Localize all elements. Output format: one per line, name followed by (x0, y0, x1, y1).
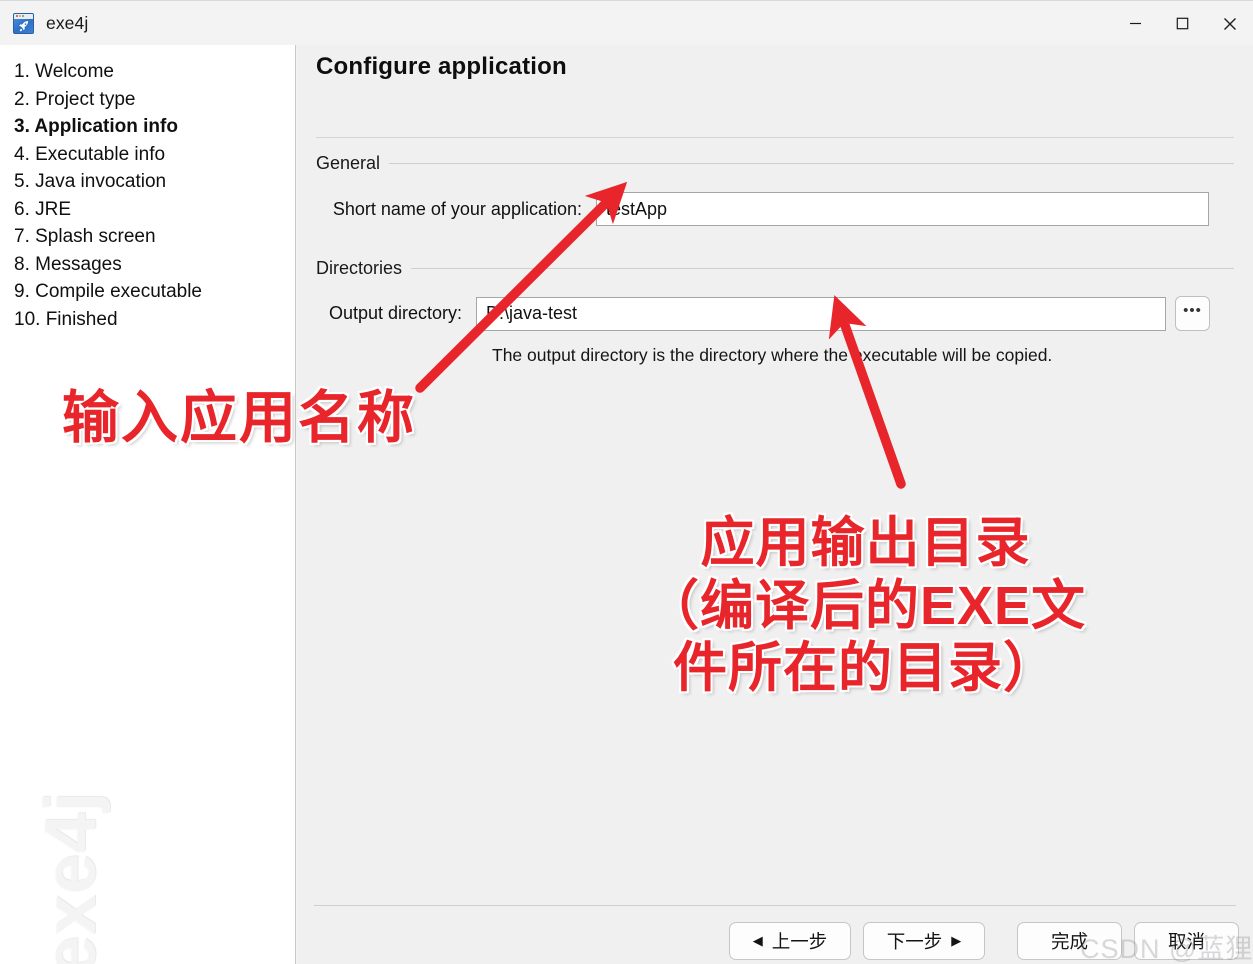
window-body: 1. Welcome 2. Project type 3. Applicatio… (0, 45, 1253, 964)
wizard-footer: ◀ 上一步 下一步 ▶ 完成 取消 (297, 917, 1253, 964)
exe4j-wizard-window: exe4j 1. Welcome 2. Project type 3. Appl… (0, 0, 1253, 964)
cancel-button[interactable]: 取消 (1134, 921, 1239, 960)
wizard-step-list: 1. Welcome 2. Project type 3. Applicatio… (0, 45, 295, 333)
back-button[interactable]: ◀ 上一步 (729, 921, 851, 960)
general-group-header: General (316, 153, 1234, 174)
wizard-content-panel: Configure application General Short name… (297, 45, 1253, 964)
next-button-label: 下一步 (886, 930, 943, 952)
triangle-right-icon: ▶ (951, 933, 962, 948)
sidebar-item-executable-info[interactable]: 4. Executable info (14, 141, 295, 169)
title-bar: exe4j (0, 0, 1253, 45)
cancel-button-label: 取消 (1167, 930, 1205, 952)
sidebar-item-welcome[interactable]: 1. Welcome (14, 58, 295, 86)
directories-group-header: Directories (316, 258, 1234, 279)
minimize-icon (1130, 22, 1141, 25)
output-directory-input[interactable] (476, 296, 1166, 331)
minimize-button[interactable] (1112, 1, 1159, 46)
output-directory-hint: The output directory is the directory wh… (492, 345, 1053, 365)
sidebar-item-finished[interactable]: 10. Finished (14, 306, 295, 334)
close-button[interactable] (1206, 1, 1253, 46)
sidebar-item-messages[interactable]: 8. Messages (14, 251, 295, 279)
directories-group-rule (411, 268, 1234, 269)
sidebar-item-jre[interactable]: 6. JRE (14, 196, 295, 224)
browse-directory-button[interactable]: ••• (1175, 296, 1210, 331)
rocket-glyph (19, 20, 29, 31)
back-button-label: 上一步 (771, 930, 828, 952)
exe4j-sidebar-watermark: exe4j (0, 786, 290, 964)
exe4j-watermark-text: exe4j (31, 790, 111, 964)
sidebar-item-java-invocation[interactable]: 5. Java invocation (14, 168, 295, 196)
finish-button[interactable]: 完成 (1017, 921, 1122, 960)
sidebar-item-application-info[interactable]: 3. Application info (14, 113, 295, 141)
page-title: Configure application (316, 53, 567, 80)
output-directory-label: Output directory: (328, 303, 462, 323)
window-title: exe4j (46, 12, 89, 33)
sidebar-item-project-type[interactable]: 2. Project type (14, 86, 295, 114)
finish-button-label: 完成 (1050, 930, 1088, 952)
sidebar-item-compile-executable[interactable]: 9. Compile executable (14, 278, 295, 306)
window-controls (1112, 1, 1253, 46)
title-divider (316, 137, 1234, 138)
output-directory-row: Output directory: ••• (316, 296, 1234, 331)
general-group-rule (389, 163, 1234, 164)
maximize-icon (1176, 17, 1189, 30)
footer-divider (314, 905, 1236, 906)
general-group-label: General (316, 153, 381, 173)
directories-group-label: Directories (316, 258, 403, 278)
triangle-left-icon: ◀ (752, 933, 763, 948)
title-bar-left: exe4j (0, 12, 89, 34)
ellipsis-icon: ••• (1183, 302, 1202, 319)
rocket-app-icon (13, 12, 34, 34)
close-icon (1223, 17, 1236, 30)
short-name-input[interactable] (596, 192, 1209, 226)
next-button[interactable]: 下一步 ▶ (863, 921, 985, 960)
maximize-button[interactable] (1159, 1, 1206, 46)
wizard-step-sidebar: 1. Welcome 2. Project type 3. Applicatio… (0, 45, 296, 964)
short-name-label: Short name of your application: (332, 198, 582, 219)
sidebar-item-splash-screen[interactable]: 7. Splash screen (14, 223, 295, 251)
short-name-row: Short name of your application: (316, 192, 1234, 226)
